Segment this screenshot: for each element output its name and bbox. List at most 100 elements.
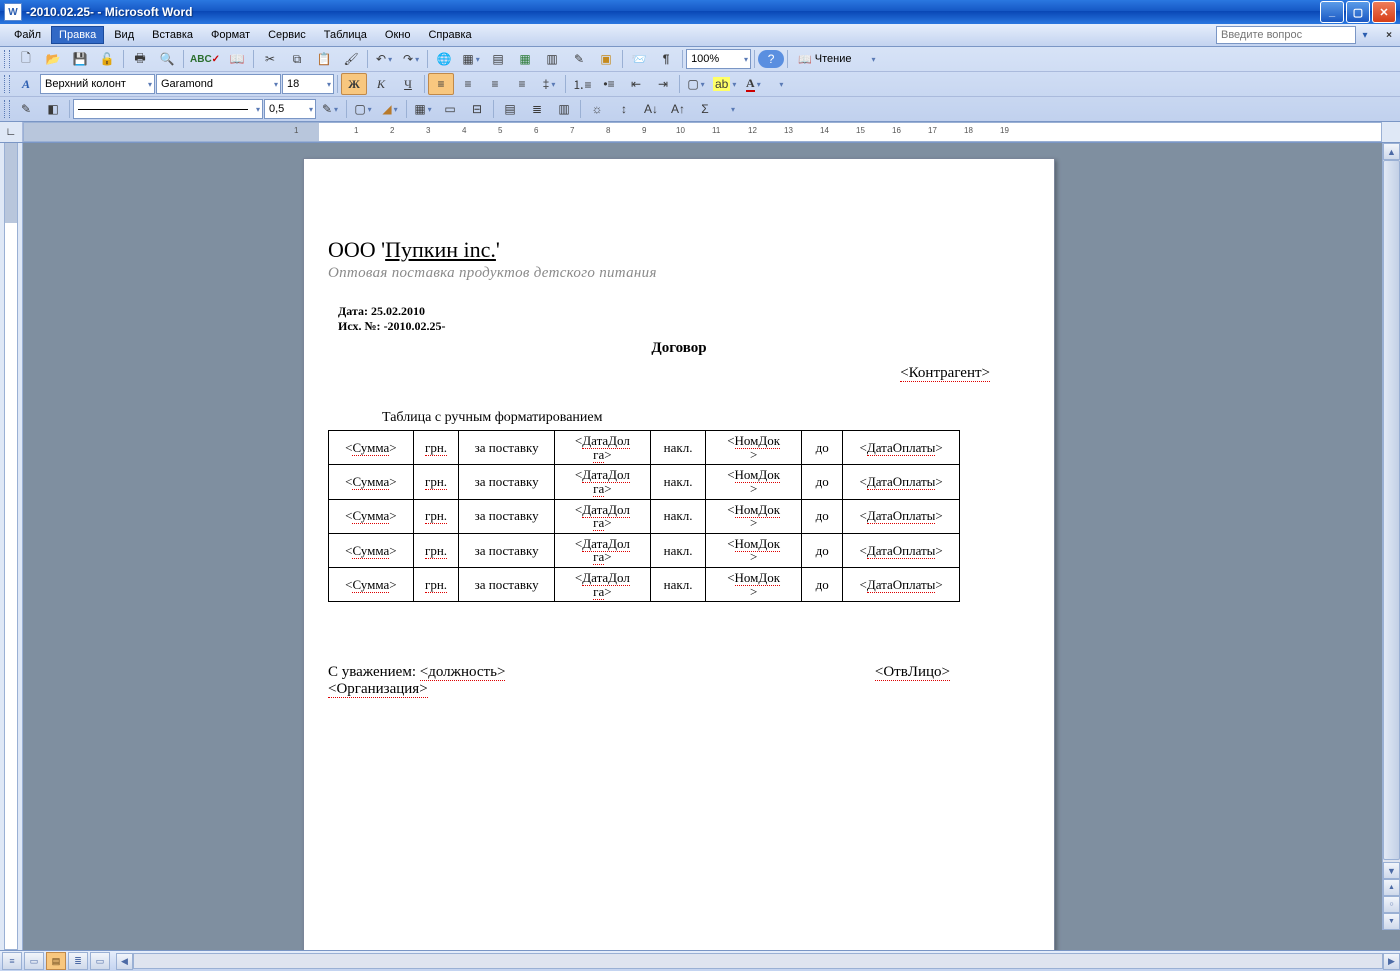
- toolbar-grip[interactable]: [4, 100, 10, 118]
- underline-button[interactable]: Ч: [395, 73, 421, 95]
- menu-file[interactable]: Файл: [6, 26, 49, 44]
- scroll-up-button[interactable]: ▲: [1383, 143, 1400, 160]
- redo-button[interactable]: ↷: [398, 48, 424, 70]
- view-reading-button[interactable]: ▭: [90, 952, 110, 970]
- copy-button[interactable]: ⧉: [284, 48, 310, 70]
- help-search-input[interactable]: [1216, 26, 1356, 44]
- ruler-horizontal[interactable]: 1 1 2 3 4 5 6 7 8 9 10 11 12 13 14 15 16…: [23, 122, 1382, 142]
- vertical-scrollbar[interactable]: ▲ ▼ ▲ ○ ▼: [1382, 143, 1400, 930]
- scroll-down-button[interactable]: ▼: [1383, 862, 1400, 879]
- sort-desc-button[interactable]: A↑: [665, 98, 691, 120]
- cut-button[interactable]: ✂: [257, 48, 283, 70]
- select-browse-object-button[interactable]: ○: [1383, 896, 1400, 913]
- window-close-button[interactable]: ✕: [1372, 1, 1396, 23]
- styles-pane-button[interactable]: A: [13, 73, 39, 95]
- help-dropdown-icon[interactable]: ▾: [1358, 27, 1372, 43]
- scroll-right-button[interactable]: ▶: [1383, 953, 1400, 970]
- highlight-button[interactable]: ab: [710, 73, 739, 95]
- permissions-button[interactable]: 🔓: [94, 48, 120, 70]
- spellcheck-button[interactable]: ABC✓: [187, 48, 223, 70]
- envelope-button[interactable]: 📨: [626, 48, 652, 70]
- insert-table-button[interactable]: ▤: [485, 48, 511, 70]
- horizontal-scrollbar[interactable]: ◀ ▶: [116, 953, 1400, 969]
- paste-button[interactable]: 📋: [311, 48, 337, 70]
- line-style-combo[interactable]: [73, 99, 263, 119]
- excel-button[interactable]: ▦: [512, 48, 538, 70]
- hyperlink-button[interactable]: 🌐: [431, 48, 457, 70]
- menu-help[interactable]: Справка: [420, 26, 479, 44]
- menu-insert[interactable]: Вставка: [144, 26, 201, 44]
- borders-button[interactable]: ▢: [683, 73, 709, 95]
- print-preview-button[interactable]: 🔍: [154, 48, 180, 70]
- scroll-thumb[interactable]: [1383, 160, 1400, 860]
- italic-button[interactable]: К: [368, 73, 394, 95]
- split-cells-button[interactable]: ⊟: [464, 98, 490, 120]
- toolbar-grip[interactable]: [4, 75, 10, 93]
- text-direction-button[interactable]: ↕: [611, 98, 637, 120]
- research-button[interactable]: 📖: [224, 48, 250, 70]
- menu-tools[interactable]: Сервис: [260, 26, 314, 44]
- view-web-button[interactable]: ▭: [24, 952, 44, 970]
- font-size-combo[interactable]: 18: [282, 74, 334, 94]
- toolbar-overflow-1[interactable]: [859, 48, 885, 70]
- mdi-close-button[interactable]: ×: [1382, 27, 1396, 43]
- decrease-indent-button[interactable]: ⇤: [623, 73, 649, 95]
- columns-button[interactable]: ▥: [539, 48, 565, 70]
- distribute-rows-button[interactable]: ≣: [524, 98, 550, 120]
- window-maximize-button[interactable]: ▢: [1346, 1, 1370, 23]
- toolbar-overflow-3[interactable]: [719, 98, 745, 120]
- reading-layout-button[interactable]: 📖 Чтение: [791, 48, 858, 70]
- sort-asc-button[interactable]: A↓: [638, 98, 664, 120]
- increase-indent-button[interactable]: ⇥: [650, 73, 676, 95]
- numbered-list-button[interactable]: ⒈≡: [569, 73, 595, 95]
- show-marks-button[interactable]: ¶: [653, 48, 679, 70]
- eraser-button[interactable]: ◧: [40, 98, 66, 120]
- help-button[interactable]: ?: [758, 50, 784, 68]
- toolbar-overflow-2[interactable]: [767, 73, 793, 95]
- zoom-combo[interactable]: 100%: [686, 49, 751, 69]
- border-color-button[interactable]: ✎: [317, 98, 343, 120]
- view-outline-button[interactable]: ≣: [68, 952, 88, 970]
- bold-button[interactable]: Ж: [341, 73, 367, 95]
- autoformat-button[interactable]: ☼: [584, 98, 610, 120]
- ruler-vertical[interactable]: [0, 143, 23, 950]
- menu-table[interactable]: Таблица: [316, 26, 375, 44]
- draw-table-button[interactable]: ✎: [13, 98, 39, 120]
- page[interactable]: ООО 'Пупкин inc.' Оптовая поставка проду…: [303, 158, 1055, 950]
- format-painter-button[interactable]: 🖌: [338, 48, 364, 70]
- open-button[interactable]: 📂: [40, 48, 66, 70]
- line-spacing-button[interactable]: ‡: [536, 73, 562, 95]
- undo-button[interactable]: ↶: [371, 48, 397, 70]
- view-print-button[interactable]: ▤: [46, 952, 66, 970]
- tab-selector[interactable]: ∟: [0, 122, 23, 142]
- font-color-button[interactable]: A: [740, 73, 766, 95]
- align-left-button[interactable]: ≡: [428, 73, 454, 95]
- autosum-button[interactable]: Σ: [692, 98, 718, 120]
- print-button[interactable]: 🖶: [127, 48, 153, 70]
- insert-table-button-2[interactable]: ▦: [410, 98, 436, 120]
- prev-page-button[interactable]: ▲: [1383, 879, 1400, 896]
- menu-view[interactable]: Вид: [106, 26, 142, 44]
- align-justify-button[interactable]: ≡: [509, 73, 535, 95]
- window-minimize-button[interactable]: _: [1320, 1, 1344, 23]
- drawing-button[interactable]: ✎: [566, 48, 592, 70]
- menu-format[interactable]: Формат: [203, 26, 258, 44]
- distribute-cols-button[interactable]: ▥: [551, 98, 577, 120]
- outside-border-button[interactable]: ▢: [350, 98, 376, 120]
- shading-color-button[interactable]: ◢: [377, 98, 403, 120]
- toolbar-grip[interactable]: [4, 50, 10, 68]
- docmap-button[interactable]: ▣: [593, 48, 619, 70]
- bulleted-list-button[interactable]: •≡: [596, 73, 622, 95]
- align-cell-button[interactable]: ▤: [497, 98, 523, 120]
- new-doc-button[interactable]: 🗋: [13, 48, 39, 70]
- save-button[interactable]: 💾: [67, 48, 93, 70]
- document-canvas[interactable]: ООО 'Пупкин inc.' Оптовая поставка проду…: [23, 143, 1383, 950]
- next-page-button[interactable]: ▼: [1383, 913, 1400, 930]
- line-weight-combo[interactable]: 0,5: [264, 99, 316, 119]
- font-combo[interactable]: Garamond: [156, 74, 281, 94]
- align-center-button[interactable]: ≡: [455, 73, 481, 95]
- view-normal-button[interactable]: ≡: [2, 952, 22, 970]
- tables-borders-button[interactable]: ▦: [458, 48, 484, 70]
- style-combo[interactable]: Верхний колонт: [40, 74, 155, 94]
- merge-cells-button[interactable]: ▭: [437, 98, 463, 120]
